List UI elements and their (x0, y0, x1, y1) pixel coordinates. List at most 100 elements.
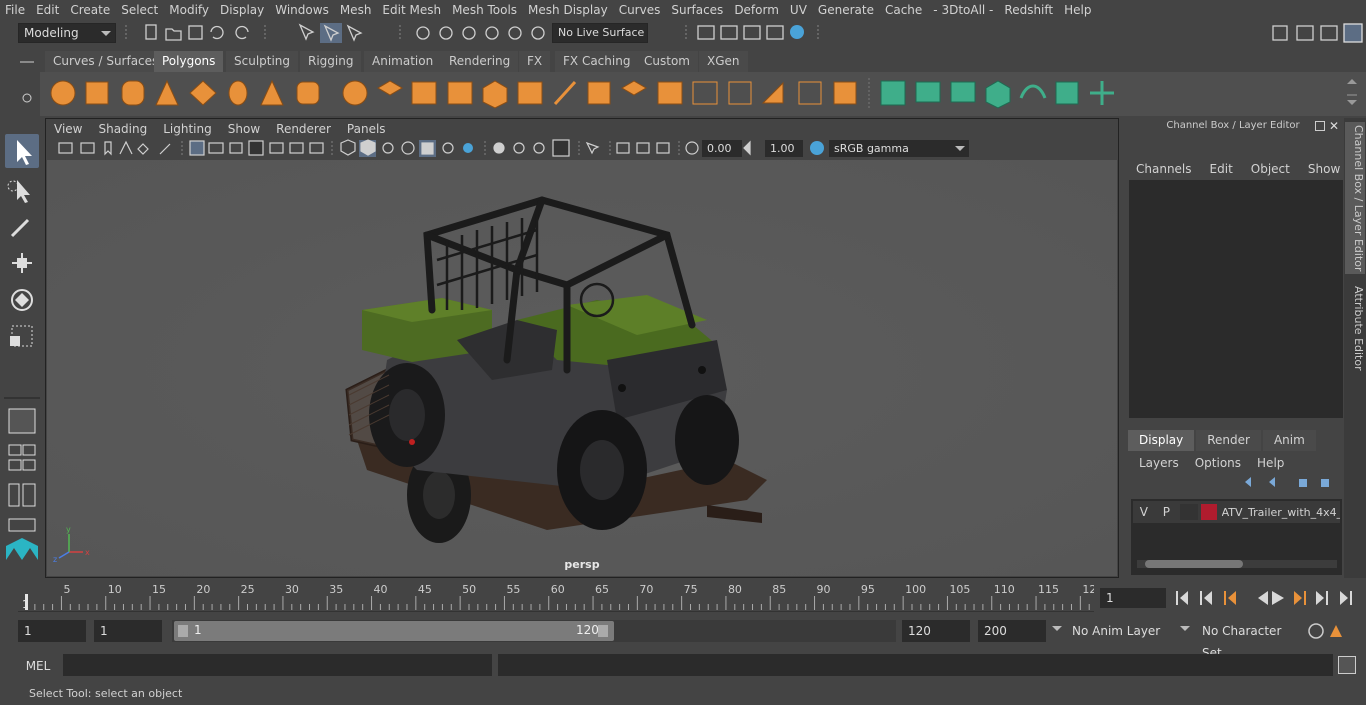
isolate-select-icon[interactable] (585, 141, 600, 155)
new-empty-layer-icon[interactable] (1299, 479, 1307, 487)
step-back-key-icon[interactable] (1224, 591, 1236, 605)
move-layer-up-icon[interactable] (1245, 477, 1251, 487)
layer-tab-anim[interactable]: Anim (1262, 430, 1316, 451)
gamma-field[interactable]: 1.00 (765, 140, 803, 157)
shadows-icon[interactable] (463, 143, 473, 153)
step-back-frame-icon[interactable] (1200, 591, 1212, 605)
exposure-field[interactable]: 0.00 (702, 140, 742, 157)
anti-aliasing-icon[interactable] (533, 142, 545, 154)
go-to-end-icon[interactable] (1340, 591, 1352, 605)
menu-modify[interactable]: Modify (164, 0, 215, 20)
use-lights-icon[interactable] (442, 142, 454, 154)
atv-model[interactable]: x y z (47, 160, 1117, 576)
persp-outliner-layout-icon[interactable] (8, 459, 22, 471)
fill-hole-icon[interactable] (761, 81, 784, 104)
shelf-scroll-up-icon[interactable] (1347, 79, 1357, 84)
separate-icon[interactable] (377, 80, 403, 96)
xray-active-components-icon[interactable] (636, 142, 650, 154)
smooth-icon[interactable] (447, 81, 473, 105)
exposure-icon[interactable] (685, 141, 699, 155)
script-language-label[interactable]: MEL (18, 656, 58, 676)
uv-automatic-icon[interactable] (985, 80, 1011, 109)
chevron-down-icon[interactable] (1180, 626, 1190, 631)
wireframe-icon[interactable] (340, 139, 356, 156)
menu-mesh-tools[interactable]: Mesh Tools (447, 0, 523, 20)
playback-start-field[interactable]: 1 (94, 620, 162, 642)
menu-select[interactable]: Select (116, 0, 164, 20)
channel-box-menu-edit[interactable]: Edit (1201, 162, 1242, 176)
play-forwards-icon[interactable] (1272, 591, 1284, 605)
go-to-start-icon[interactable] (1176, 591, 1188, 605)
menu-mesh[interactable]: Mesh (335, 0, 378, 20)
default-material-icon[interactable] (382, 142, 394, 154)
redo-icon[interactable] (235, 25, 249, 40)
step-forward-key-icon[interactable] (1294, 591, 1306, 605)
menu-uv[interactable]: UV (785, 0, 813, 20)
render-view-icon[interactable] (697, 25, 715, 40)
xray-joints-icon[interactable] (656, 142, 670, 154)
layer-visibility-toggle[interactable]: V (1133, 505, 1155, 519)
menu-surfaces[interactable]: Surfaces (666, 0, 729, 20)
anim-layer-select[interactable]: No Anim Layer (1066, 620, 1172, 642)
smooth-shade-icon[interactable] (360, 139, 376, 156)
tool-settings-toggle-icon[interactable] (1320, 25, 1338, 41)
field-chart-icon[interactable] (269, 142, 284, 154)
viewport-menu-panels[interactable]: Panels (339, 119, 394, 139)
outliner-layout-icon[interactable] (8, 483, 20, 507)
multi-cut-icon[interactable] (553, 80, 577, 106)
select-by-component-icon[interactable] (346, 24, 363, 42)
character-set-select[interactable]: No Character Set (1196, 620, 1300, 660)
poly-cone-icon[interactable] (155, 79, 179, 106)
four-view-layout-icon[interactable] (8, 444, 22, 456)
layer-playback-toggle[interactable]: P (1156, 505, 1178, 519)
snap-view-icon[interactable] (485, 26, 499, 40)
shelf-settings-icon[interactable] (22, 93, 32, 103)
current-frame-field[interactable]: 1 (1100, 588, 1166, 608)
menu-redshift[interactable]: Redshift (999, 0, 1059, 20)
auto-key-icon[interactable] (1308, 623, 1324, 639)
layer-menu-help[interactable]: Help (1249, 456, 1292, 470)
extrude-icon[interactable] (587, 81, 611, 105)
target-weld-icon[interactable] (798, 81, 822, 105)
layer-row[interactable]: V P ATV_Trailer_with_4x4_ (1133, 501, 1340, 523)
poly-torus-icon[interactable] (228, 80, 248, 106)
viewport-menu-shading[interactable]: Shading (90, 119, 155, 139)
menu-display[interactable]: Display (215, 0, 270, 20)
poly-prism-icon[interactable] (260, 79, 284, 106)
mirror-icon[interactable] (517, 81, 543, 105)
lasso-tool-icon[interactable] (17, 180, 30, 203)
tab-channel-box[interactable]: Channel Box / Layer Editor (1345, 122, 1365, 274)
uv-layout-icon[interactable] (1090, 81, 1114, 105)
camera-attributes-icon[interactable] (80, 142, 95, 154)
chevron-down-icon[interactable] (1052, 626, 1062, 631)
color-management-icon[interactable] (810, 141, 824, 155)
grease-pencil-icon[interactable] (159, 143, 171, 155)
screen-space-ao-icon[interactable] (493, 142, 505, 154)
poly-cylinder-icon[interactable] (121, 80, 145, 106)
menu-edit-mesh[interactable]: Edit Mesh (377, 0, 447, 20)
select-by-hierarchy-icon[interactable] (298, 23, 315, 41)
move-layer-down-icon[interactable] (1269, 477, 1275, 487)
range-end-grip[interactable] (598, 625, 608, 637)
uv-cylindrical-icon[interactable] (915, 81, 941, 103)
booleans-icon[interactable] (482, 80, 508, 109)
menu-windows[interactable]: Windows (270, 0, 335, 20)
viewport-menu-view[interactable]: View (46, 119, 90, 139)
2d-pan-zoom-icon[interactable] (137, 143, 149, 155)
play-backwards-icon[interactable] (1258, 591, 1268, 605)
offset-edge-loop-icon[interactable] (728, 81, 752, 105)
playback-end-field[interactable]: 120 (902, 620, 970, 642)
grid-toggle-icon[interactable] (189, 140, 205, 156)
attribute-editor-toggle-icon[interactable] (1296, 25, 1314, 41)
range-slider-handle[interactable]: 1 120 (174, 621, 614, 641)
poly-pipe-icon[interactable] (296, 81, 320, 105)
open-scene-icon[interactable] (165, 28, 182, 41)
bridge-icon[interactable] (657, 81, 683, 105)
animation-start-field[interactable]: 1 (18, 620, 86, 642)
uv-unfold-icon[interactable] (1019, 84, 1047, 99)
channel-box-menu-show[interactable]: Show (1299, 162, 1349, 176)
menu-curves[interactable]: Curves (614, 0, 667, 20)
animation-end-field[interactable]: 200 (978, 620, 1046, 642)
safe-action-icon[interactable] (289, 142, 304, 154)
animation-preferences-icon[interactable] (1330, 625, 1342, 637)
